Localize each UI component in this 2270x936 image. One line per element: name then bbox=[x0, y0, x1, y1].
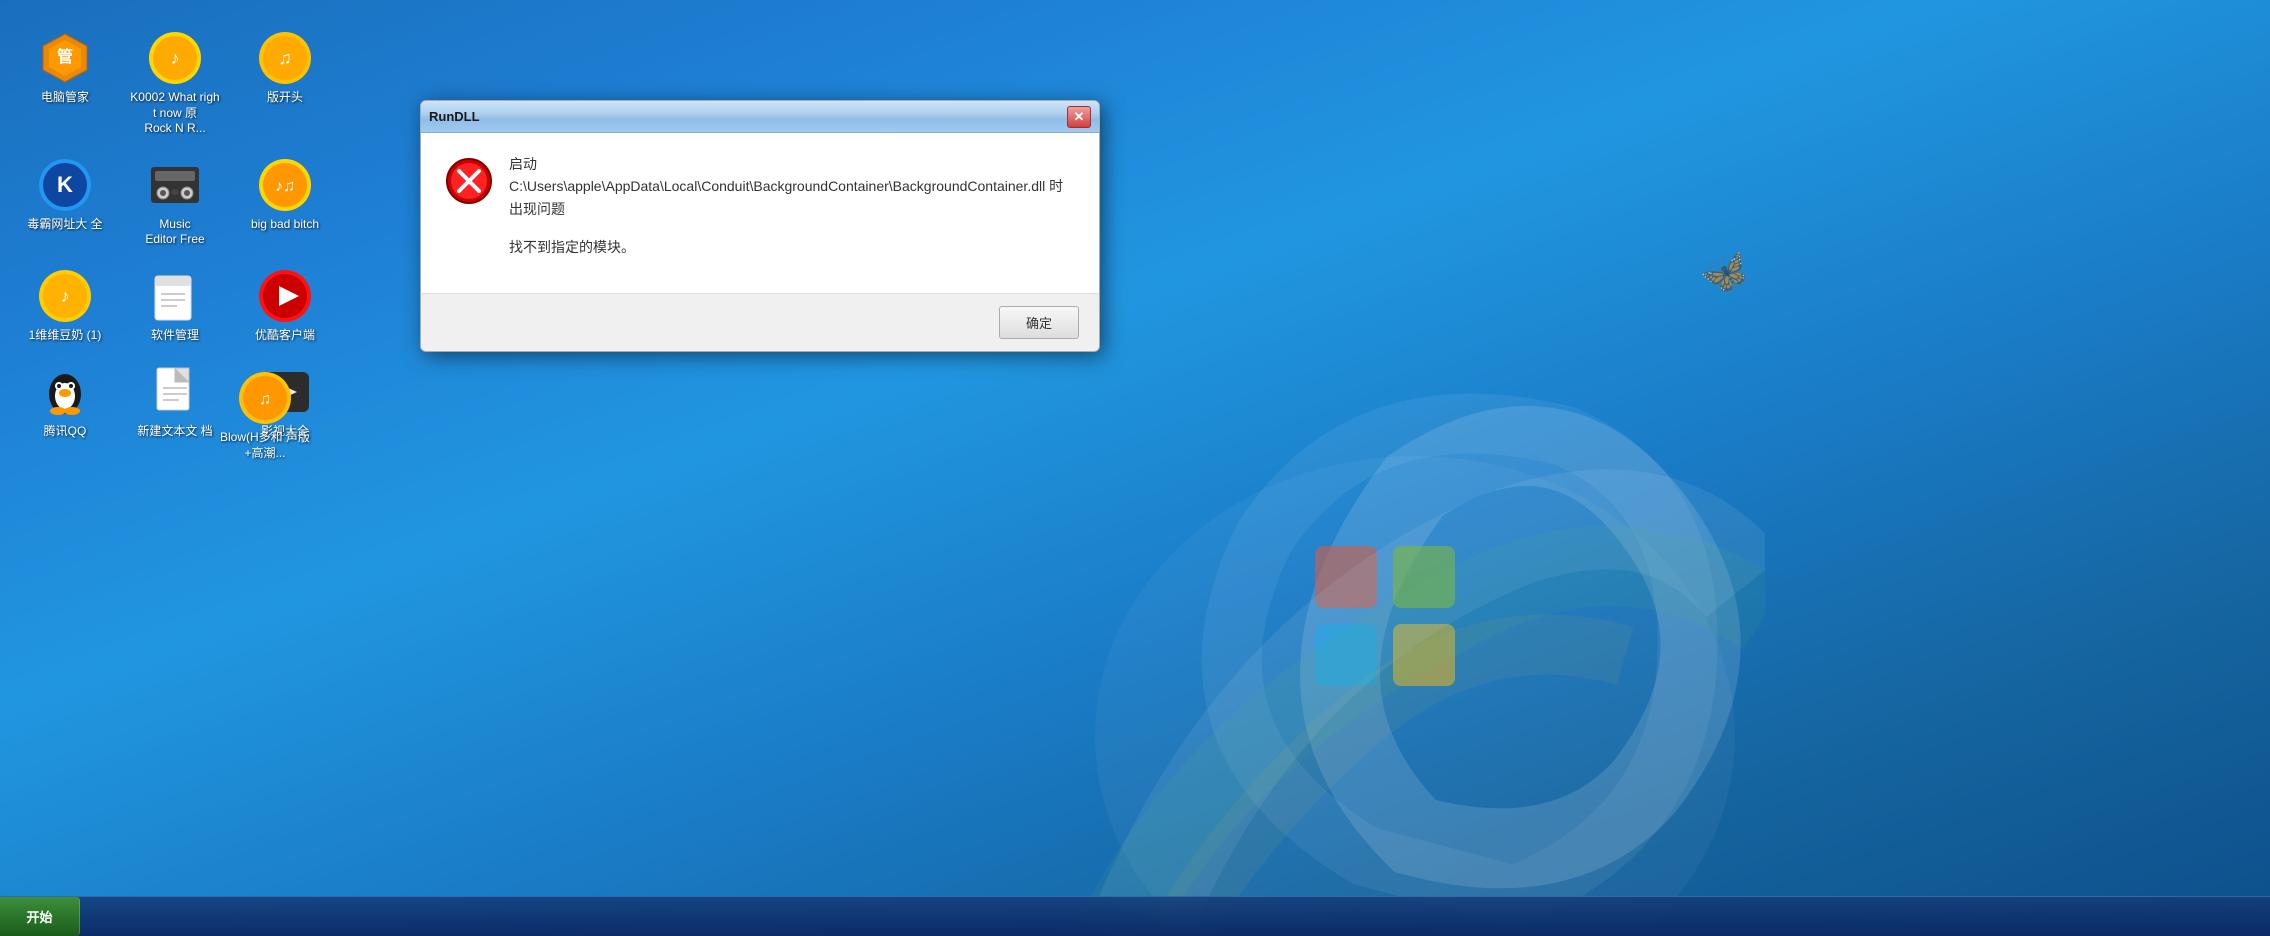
icon-label-diannaoguan: 电脑管家 bbox=[41, 90, 89, 106]
dialog-main-message: 启动 C:\Users\apple\AppData\Local\Conduit\… bbox=[509, 153, 1075, 220]
dialog-close-button[interactable]: ✕ bbox=[1067, 106, 1091, 128]
windows-logo bbox=[1065, 336, 1765, 936]
dialog-footer: 确定 bbox=[421, 293, 1099, 351]
svg-text:♪♫: ♪♫ bbox=[275, 178, 295, 195]
dialog-content: 启动 C:\Users\apple\AppData\Local\Conduit\… bbox=[421, 133, 1099, 293]
icon-weinian[interactable]: ♪ 1维维豆奶 (1) bbox=[20, 268, 110, 344]
icon-label-bigbad: big bad bitch bbox=[251, 217, 319, 233]
icon-weiba[interactable]: K 毒霸网址大 全 bbox=[20, 157, 110, 248]
svg-text:♪: ♪ bbox=[61, 286, 70, 306]
icon-diannaoguan[interactable]: 管 电脑管家 bbox=[20, 30, 110, 137]
svg-text:♫: ♫ bbox=[259, 391, 271, 408]
svg-text:♪: ♪ bbox=[171, 48, 180, 68]
icon-label-xinjianwenben: 新建文本文 档 bbox=[137, 424, 212, 440]
icon-xinjianwenben[interactable]: 新建文本文 档 bbox=[130, 364, 220, 440]
svg-text:♫: ♫ bbox=[278, 48, 292, 68]
icon-music-editor[interactable]: MusicEditor Free bbox=[130, 157, 220, 248]
icon-label-youku: 优酷客户端 bbox=[255, 328, 315, 344]
svg-text:K: K bbox=[57, 172, 73, 197]
rundll-dialog: RunDLL ✕ 启动 C:\Users\apple\AppData\Local… bbox=[420, 100, 1100, 352]
dialog-titlebar: RunDLL ✕ bbox=[421, 101, 1099, 133]
icon-label-tengxunqq: 腾讯QQ bbox=[44, 424, 87, 440]
icon-label-ruanjian: 软件管理 bbox=[151, 328, 199, 344]
dialog-text-container: 启动 C:\Users\apple\AppData\Local\Conduit\… bbox=[509, 153, 1075, 259]
icon-k0002-music[interactable]: ♪ K0002 What right now 原 Rock N R... bbox=[130, 30, 220, 137]
error-icon bbox=[445, 157, 493, 205]
icon-blow[interactable]: ♫ Blow(H多和 声版+高潮... bbox=[220, 370, 310, 461]
icon-label-k0002: K0002 What right now 原 Rock N R... bbox=[130, 90, 220, 137]
icon-youku[interactable]: 优酷客户端 bbox=[240, 268, 330, 344]
taskbar: 开始 bbox=[0, 896, 2270, 936]
icon-label-weiba: 毒霸网址大 全 bbox=[27, 217, 102, 233]
icon-ruanjian[interactable]: 软件管理 bbox=[130, 268, 220, 344]
icon-bigbad[interactable]: ♪♫ big bad bitch bbox=[240, 157, 330, 248]
butterfly-decoration: 🦋 bbox=[1694, 243, 1757, 304]
desktop: 🦋 管 电脑管家 ♪ K0002 What right no bbox=[0, 0, 2270, 936]
svg-text:管: 管 bbox=[57, 47, 73, 66]
dialog-ok-button[interactable]: 确定 bbox=[999, 306, 1079, 339]
icon-label-music-editor: MusicEditor Free bbox=[145, 217, 204, 248]
icon-label-weinian: 1维维豆奶 (1) bbox=[29, 328, 102, 344]
icon-tengxunqq[interactable]: 腾讯QQ bbox=[20, 364, 110, 440]
icon-label-blow: Blow(H多和 声版+高潮... bbox=[220, 430, 310, 461]
icon-label-yuanban: 版开头 bbox=[267, 90, 303, 106]
dialog-title: RunDLL bbox=[429, 109, 480, 124]
icon-yuanban[interactable]: ♫ 版开头 bbox=[240, 30, 330, 137]
start-button[interactable]: 开始 bbox=[0, 897, 80, 936]
dialog-sub-message: 找不到指定的模块。 bbox=[509, 236, 1075, 258]
